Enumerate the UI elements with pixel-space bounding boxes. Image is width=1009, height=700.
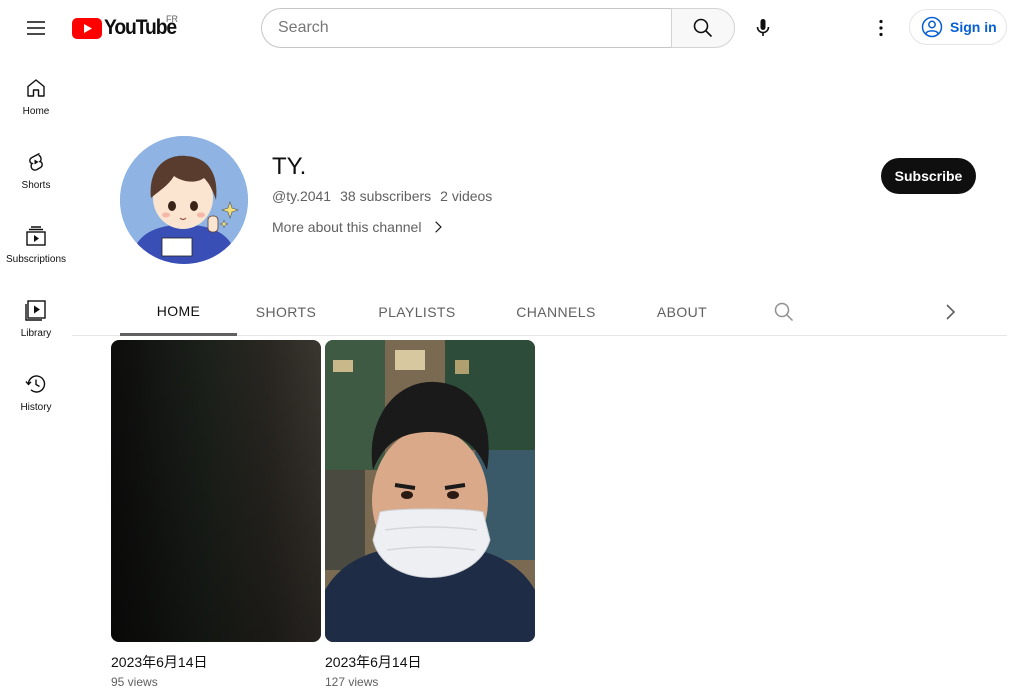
short-view-count: 95 views bbox=[111, 675, 158, 689]
more-vertical-icon bbox=[879, 19, 883, 37]
channel-tabs: HOME SHORTS PLAYLISTS CHANNELS ABOUT bbox=[72, 288, 1007, 336]
history-icon bbox=[25, 375, 46, 393]
tab-channels[interactable]: CHANNELS bbox=[504, 288, 608, 336]
channel-name: TY. bbox=[272, 153, 307, 180]
masthead: YouTube FR Sign in bbox=[0, 0, 1009, 56]
channel-search-icon[interactable] bbox=[772, 300, 796, 324]
tab-about[interactable]: ABOUT bbox=[642, 288, 722, 336]
settings-menu-button[interactable] bbox=[861, 8, 901, 48]
short-item[interactable]: 2023年6月14日 127 views bbox=[325, 340, 535, 689]
country-code: FR bbox=[166, 14, 178, 24]
voice-search-button[interactable] bbox=[743, 8, 783, 48]
man-with-mask-thumbnail bbox=[325, 340, 535, 642]
mini-guide: Home Shorts Subscriptions Library Histor… bbox=[0, 56, 72, 426]
short-item[interactable]: 2023年6月14日 95 views bbox=[111, 340, 321, 689]
shorts-icon bbox=[29, 152, 43, 171]
short-title[interactable]: 2023年6月14日 bbox=[111, 653, 321, 671]
search-icon bbox=[693, 18, 713, 38]
sidebar-item-label: Shorts bbox=[21, 180, 51, 191]
short-title[interactable]: 2023年6月14日 bbox=[325, 653, 535, 671]
short-thumbnail[interactable] bbox=[111, 340, 321, 642]
sidebar-item-subscriptions[interactable]: Subscriptions bbox=[0, 204, 72, 278]
chevron-right-icon bbox=[435, 221, 443, 233]
subscriber-count: 38 subscribers bbox=[340, 188, 432, 204]
short-view-count: 127 views bbox=[325, 675, 379, 689]
sidebar-item-label: Home bbox=[22, 106, 50, 117]
search-input[interactable] bbox=[261, 8, 671, 48]
library-icon bbox=[25, 300, 46, 321]
channel-handle: @ty.2041 bbox=[272, 188, 332, 204]
channel-avatar bbox=[120, 136, 248, 264]
youtube-play-icon bbox=[72, 17, 102, 39]
tab-home[interactable]: HOME bbox=[120, 288, 237, 336]
sidebar-item-history[interactable]: History bbox=[0, 352, 72, 426]
short-thumbnail[interactable] bbox=[325, 340, 535, 642]
tabs-scroll-right-icon[interactable] bbox=[938, 300, 962, 324]
more-about-label: More about this channel bbox=[272, 219, 422, 235]
guide-menu-button[interactable] bbox=[16, 8, 56, 48]
search-button[interactable] bbox=[671, 8, 735, 48]
more-about-channel-link[interactable]: More about this channel bbox=[272, 219, 445, 235]
sidebar-item-home[interactable]: Home bbox=[0, 56, 72, 130]
tab-shorts[interactable]: SHORTS bbox=[245, 288, 327, 336]
tab-playlists[interactable]: PLAYLISTS bbox=[364, 288, 470, 336]
home-icon bbox=[27, 79, 45, 97]
dark-video-thumbnail bbox=[111, 340, 321, 642]
hamburger-menu-icon bbox=[27, 21, 45, 35]
cartoon-avatar-image bbox=[120, 136, 248, 264]
sidebar-item-library[interactable]: Library bbox=[0, 278, 72, 352]
account-circle-icon bbox=[921, 16, 943, 38]
microphone-icon bbox=[756, 19, 770, 36]
subscribe-button[interactable]: Subscribe bbox=[881, 158, 976, 194]
sign-in-label: Sign in bbox=[950, 19, 997, 35]
sign-in-button[interactable]: Sign in bbox=[909, 9, 1007, 45]
sidebar-item-label: History bbox=[20, 402, 52, 413]
sidebar-item-label: Library bbox=[20, 328, 52, 339]
channel-meta: @ty.2041 38 subscribers 2 videos bbox=[272, 188, 492, 204]
video-count: 2 videos bbox=[440, 188, 493, 204]
sidebar-item-shorts[interactable]: Shorts bbox=[0, 130, 72, 204]
sidebar-item-label: Subscriptions bbox=[5, 254, 67, 265]
search-box bbox=[261, 8, 735, 48]
subscriptions-icon bbox=[26, 226, 46, 246]
